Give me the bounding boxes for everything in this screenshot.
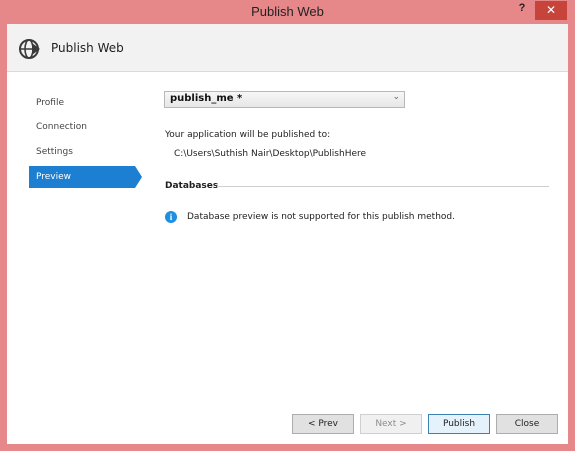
- globe-publish-icon: [19, 39, 40, 59]
- section-divider: [217, 186, 549, 187]
- header-title: Publish Web: [51, 41, 124, 55]
- nav-item-profile[interactable]: Profile: [29, 92, 135, 114]
- nav-item-connection[interactable]: Connection: [29, 116, 135, 138]
- publish-target-label: Your application will be published to:: [165, 130, 331, 140]
- nav-item-preview[interactable]: Preview: [29, 166, 135, 188]
- profile-dropdown[interactable]: publish_me * ⌄: [164, 91, 405, 108]
- database-preview-message: Database preview is not supported for th…: [187, 212, 455, 222]
- publish-web-dialog: Publish Web ? ✕ Publish Web Profile Conn…: [0, 0, 575, 451]
- nav-item-settings[interactable]: Settings: [29, 141, 135, 163]
- help-button[interactable]: ?: [512, 2, 532, 18]
- chevron-down-icon: ⌄: [392, 92, 400, 102]
- next-button[interactable]: Next >: [360, 414, 422, 434]
- publish-target-path: C:\Users\Suthish Nair\Desktop\PublishHer…: [174, 149, 367, 159]
- info-icon: i: [165, 211, 177, 223]
- active-nav-arrow: [135, 166, 142, 188]
- dialog-client-area: Publish Web Profile Connection Settings …: [7, 24, 568, 444]
- close-button[interactable]: Close: [496, 414, 558, 434]
- databases-heading: Databases: [165, 181, 219, 191]
- title-bar[interactable]: Publish Web ? ✕: [0, 0, 575, 24]
- prev-button[interactable]: < Prev: [292, 414, 354, 434]
- profile-dropdown-value: publish_me *: [170, 93, 243, 104]
- publish-button[interactable]: Publish: [428, 414, 490, 434]
- window-title: Publish Web: [251, 4, 324, 19]
- window-close-button[interactable]: ✕: [535, 1, 567, 20]
- dialog-header: Publish Web: [7, 24, 568, 72]
